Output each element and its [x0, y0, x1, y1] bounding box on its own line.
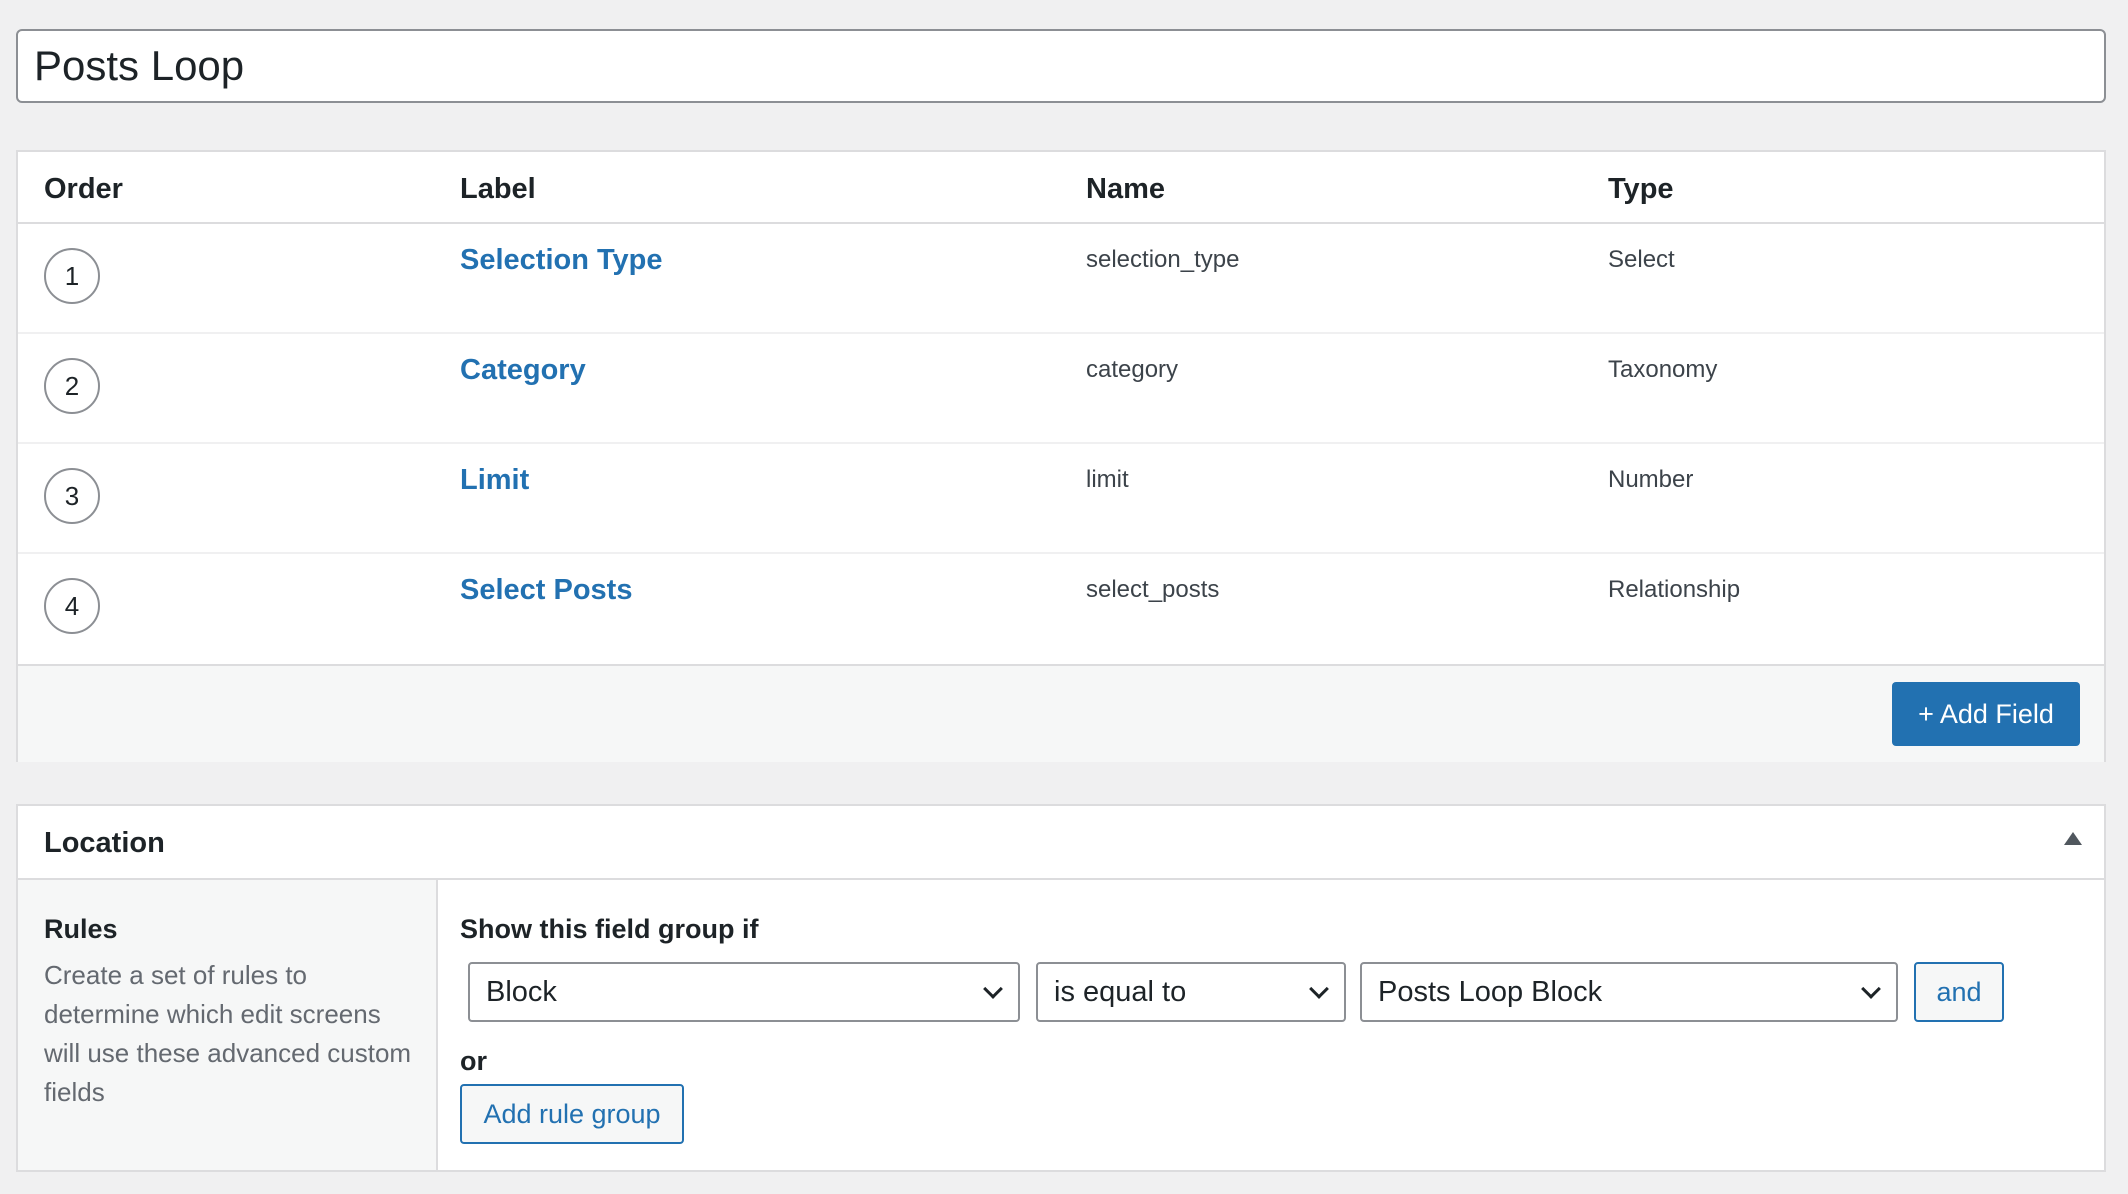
field-name: selection_type	[1086, 246, 1240, 273]
column-header-label: Label	[460, 173, 536, 205]
field-label-link[interactable]: Selection Type	[460, 244, 663, 277]
order-handle[interactable]: 1	[44, 248, 100, 304]
table-row: 1 Selection Type selection_type Select	[18, 224, 2104, 334]
field-type: Number	[1608, 466, 1694, 493]
order-handle[interactable]: 4	[44, 578, 100, 634]
rules-description: Create a set of rules to determine which…	[44, 960, 412, 1107]
and-rule-button[interactable]: and	[1914, 962, 2004, 1022]
field-name: limit	[1086, 466, 1129, 493]
field-name: select_posts	[1086, 576, 1220, 603]
order-handle[interactable]: 3	[44, 468, 100, 524]
table-row: 4 Select Posts select_posts Relationship	[18, 554, 2104, 664]
rule-operator-select[interactable]: is equal to	[1036, 962, 1346, 1022]
rules-title: Rules	[44, 914, 118, 944]
field-type: Relationship	[1608, 576, 1741, 603]
column-header-type: Type	[1608, 173, 1674, 205]
location-panel: Location Rules Create a set of rules to …	[16, 804, 2106, 1172]
rules-sidebar: Rules Create a set of rules to determine…	[18, 880, 438, 1170]
show-if-label: Show this field group if	[460, 914, 759, 944]
table-row: 3 Limit limit Number	[18, 444, 2104, 554]
field-label-link[interactable]: Limit	[460, 464, 529, 497]
rule-param-select[interactable]: Block	[468, 962, 1020, 1022]
fields-table: Order Label Name Type 1 Selection Type s…	[16, 150, 2106, 762]
field-label-link[interactable]: Category	[460, 354, 586, 387]
rule-param-value: Block	[486, 976, 557, 1008]
add-rule-group-button[interactable]: Add rule group	[460, 1084, 684, 1144]
rule-value-select[interactable]: Posts Loop Block	[1360, 962, 1898, 1022]
chevron-down-icon	[983, 979, 1003, 999]
table-row: 2 Category category Taxonomy	[18, 334, 2104, 444]
add-field-button[interactable]: + Add Field	[1892, 682, 2080, 746]
rule-target-value: Posts Loop Block	[1378, 976, 1603, 1008]
field-type: Taxonomy	[1608, 356, 1718, 383]
field-type: Select	[1608, 246, 1675, 273]
chevron-down-icon	[1309, 979, 1329, 999]
location-title: Location	[44, 827, 165, 859]
collapse-arrow-icon[interactable]	[2064, 832, 2082, 845]
field-label-link[interactable]: Select Posts	[460, 574, 632, 607]
rule-operator-value: is equal to	[1054, 976, 1187, 1008]
column-header-name: Name	[1086, 173, 1165, 205]
field-group-title-input[interactable]	[16, 29, 2106, 103]
fields-table-header: Order Label Name Type	[18, 152, 2104, 224]
field-name: category	[1086, 356, 1179, 383]
order-handle[interactable]: 2	[44, 358, 100, 414]
or-label: or	[460, 1046, 487, 1076]
location-panel-header[interactable]: Location	[18, 806, 2104, 880]
fields-table-footer: + Add Field	[18, 664, 2104, 762]
chevron-down-icon	[1861, 979, 1881, 999]
column-header-order: Order	[44, 173, 123, 205]
